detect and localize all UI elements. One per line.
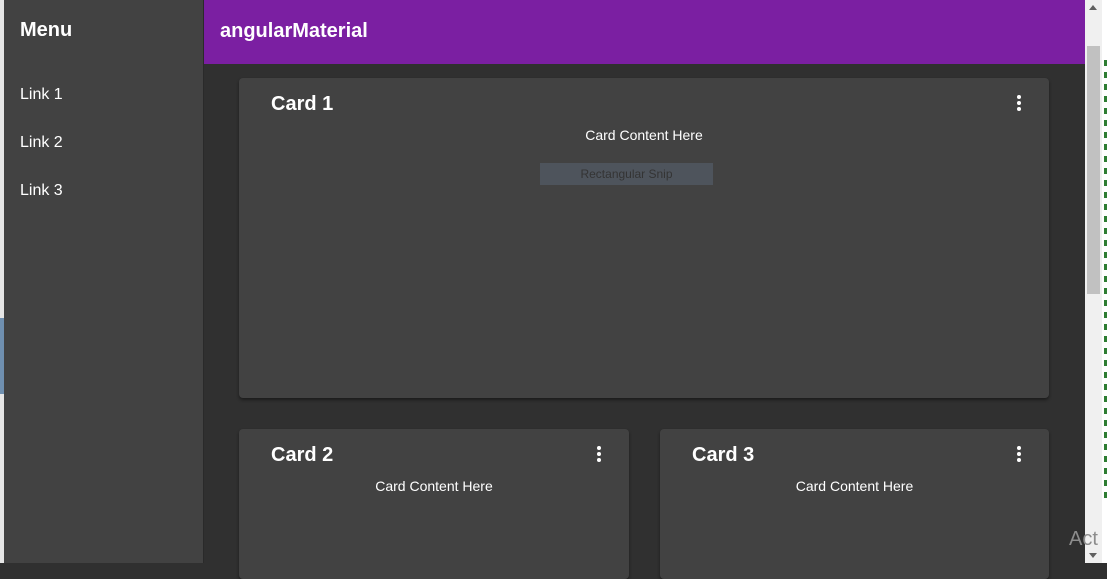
- card-2-menu-button[interactable]: [591, 443, 607, 465]
- card-3-title: Card 3: [692, 444, 755, 466]
- window-edge-right: [1102, 0, 1107, 563]
- scrollbar-thumb[interactable]: [1087, 46, 1100, 294]
- card-3-content: Card Content Here: [795, 478, 914, 494]
- more-vert-icon: [1017, 95, 1021, 111]
- scroll-down-arrow-icon[interactable]: [1089, 553, 1097, 558]
- sidenav-title: Menu: [20, 19, 73, 41]
- card-1-title: Card 1: [271, 93, 334, 115]
- rectangular-snip-tooltip: Rectangular Snip: [540, 163, 713, 185]
- card-3: Card 3 Card Content Here: [660, 429, 1049, 579]
- vertical-scrollbar[interactable]: [1085, 0, 1102, 563]
- more-vert-icon: [1017, 446, 1021, 462]
- card-1: Card 1 Card Content Here Rectangular Sni…: [239, 78, 1049, 398]
- card-2-title: Card 2: [271, 444, 334, 466]
- sidenav-link-1[interactable]: Link 1: [20, 86, 63, 104]
- card-1-content: Card Content Here: [585, 127, 703, 143]
- sidenav: Menu Link 1 Link 2 Link 3: [4, 0, 204, 563]
- activation-watermark: Act: [1069, 528, 1098, 550]
- card-1-menu-button[interactable]: [1011, 92, 1027, 114]
- scroll-up-arrow-icon[interactable]: [1089, 5, 1097, 10]
- app-toolbar: angularMaterial: [204, 0, 1085, 64]
- sidenav-link-2[interactable]: Link 2: [20, 134, 63, 152]
- more-vert-icon: [597, 446, 601, 462]
- sidenav-link-3[interactable]: Link 3: [20, 182, 63, 200]
- card-2-content: Card Content Here: [375, 478, 493, 494]
- card-2: Card 2 Card Content Here: [239, 429, 629, 579]
- app-title: angularMaterial: [220, 20, 368, 42]
- card-3-menu-button[interactable]: [1011, 443, 1027, 465]
